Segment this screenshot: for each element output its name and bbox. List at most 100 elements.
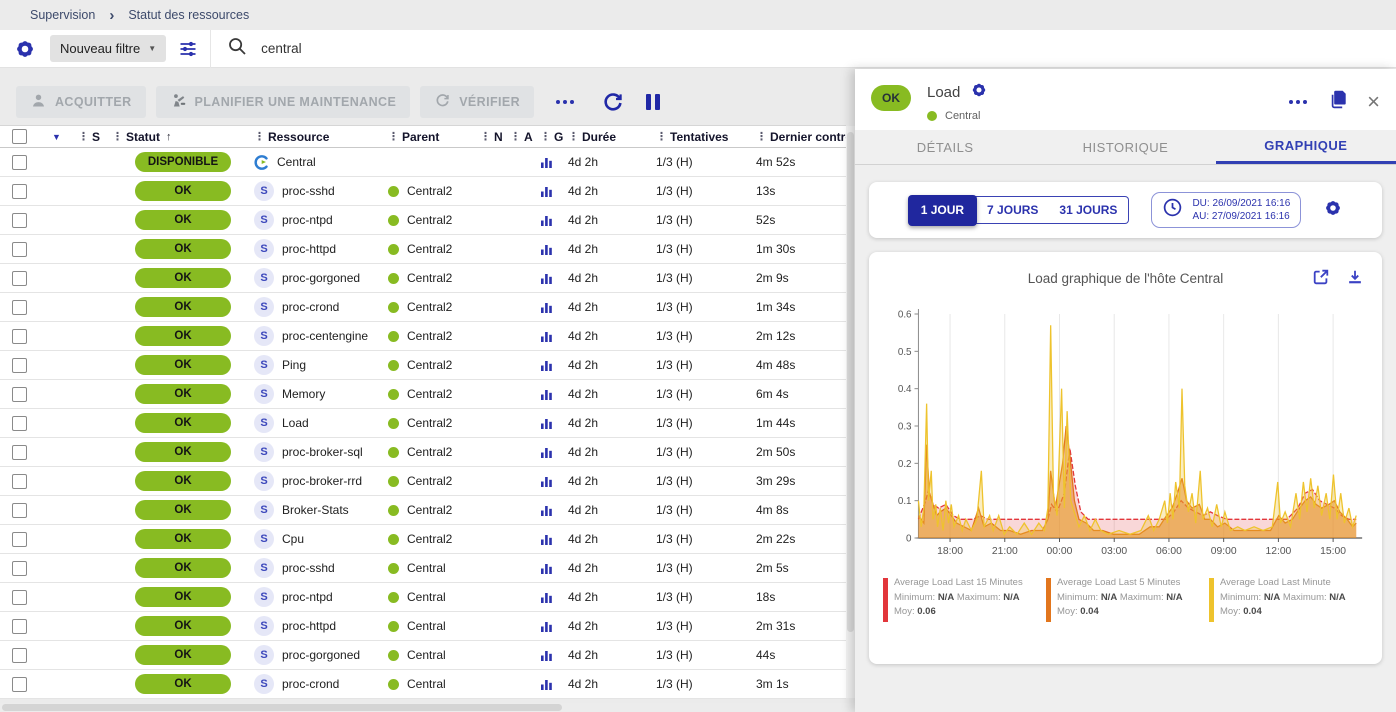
column-header-status[interactable]: ⋮Statut↑ [112, 130, 172, 144]
row-checkbox[interactable] [12, 184, 27, 199]
graph-mini-icon[interactable] [540, 156, 568, 169]
table-row[interactable]: OK Sproc-httpd Central2 4d 2h 1/3 (H) 1m… [0, 235, 846, 264]
row-checkbox[interactable] [12, 416, 27, 431]
table-row[interactable]: OK Sproc-centengine Central2 4d 2h 1/3 (… [0, 322, 846, 351]
legend-item[interactable]: Average Load Last 5 Minutes Minimum: N/A… [1046, 576, 1209, 622]
graph-mini-icon[interactable] [540, 185, 568, 198]
table-row[interactable]: OK Sproc-crond Central2 4d 2h 1/3 (H) 1m… [0, 293, 846, 322]
table-row[interactable]: OK Sproc-broker-rrd Central2 4d 2h 1/3 (… [0, 467, 846, 496]
table-row[interactable]: OK Sproc-ntpd Central2 4d 2h 1/3 (H) 52s [0, 206, 846, 235]
column-header-parent[interactable]: ⋮Parent [388, 130, 480, 144]
row-checkbox[interactable] [12, 590, 27, 605]
table-row[interactable]: OK Sproc-sshd Central 4d 2h 1/3 (H) 2m 5… [0, 554, 846, 583]
table-row[interactable]: OK Sproc-sshd Central2 4d 2h 1/3 (H) 13s [0, 177, 846, 206]
select-all-checkbox[interactable] [12, 129, 27, 144]
table-row[interactable]: OK SMemory Central2 4d 2h 1/3 (H) 6m 4s [0, 380, 846, 409]
row-checkbox[interactable] [12, 387, 27, 402]
row-checkbox[interactable] [12, 242, 27, 257]
row-checkbox[interactable] [12, 532, 27, 547]
time-button-31-jours[interactable]: 31 JOURS [1048, 196, 1129, 224]
tab-graphique[interactable]: GRAPHIQUE [1216, 130, 1396, 164]
table-row[interactable]: OK SCpu Central2 4d 2h 1/3 (H) 2m 22s [0, 525, 846, 554]
planifier-maintenance-button[interactable]: PLANIFIER UNE MAINTENANCE [156, 86, 411, 118]
scrollbar-thumb[interactable] [847, 132, 854, 632]
row-checkbox[interactable] [12, 619, 27, 634]
table-row[interactable]: OK Sproc-gorgoned Central 4d 2h 1/3 (H) … [0, 641, 846, 670]
column-header-n[interactable]: ⋮N [480, 130, 510, 144]
tab-historique[interactable]: HISTORIQUE [1035, 130, 1215, 164]
open-in-new-icon[interactable] [1312, 268, 1330, 286]
filter-settings-gear-icon[interactable] [14, 38, 36, 60]
resource-settings-gear-icon[interactable] [970, 81, 988, 104]
row-checkbox[interactable] [12, 445, 27, 460]
column-header-resource[interactable]: ⋮Ressource [254, 130, 388, 144]
legend-item[interactable]: Average Load Last Minute Minimum: N/A Ma… [1209, 576, 1372, 622]
graph-mini-icon[interactable] [540, 243, 568, 256]
filter-select[interactable]: Nouveau filtre ▼ [50, 35, 166, 62]
row-checkbox[interactable] [12, 271, 27, 286]
breadcrumb-item-statut[interactable]: Statut des ressources [128, 8, 249, 22]
load-chart[interactable]: 00.10.20.30.40.50.618:0021:0000:0003:000… [879, 300, 1372, 568]
graph-mini-icon[interactable] [540, 504, 568, 517]
row-checkbox[interactable] [12, 329, 27, 344]
tune-filter-icon[interactable] [178, 39, 198, 59]
graph-mini-icon[interactable] [540, 214, 568, 227]
table-row[interactable]: DISPONIBLE Central 4d 2h 1/3 (H) 4m 52s [0, 148, 846, 177]
table-row[interactable]: OK Sproc-httpd Central 4d 2h 1/3 (H) 2m … [0, 612, 846, 641]
table-row[interactable]: OK Sproc-ntpd Central 4d 2h 1/3 (H) 18s [0, 583, 846, 612]
row-checkbox[interactable] [12, 213, 27, 228]
graph-mini-icon[interactable] [540, 475, 568, 488]
pause-icon[interactable] [646, 94, 660, 110]
graph-mini-icon[interactable] [540, 359, 568, 372]
graph-mini-icon[interactable] [540, 678, 568, 691]
row-checkbox[interactable] [12, 300, 27, 315]
graph-mini-icon[interactable] [540, 533, 568, 546]
search-input[interactable] [261, 41, 661, 56]
verifier-button[interactable]: VÉRIFIER [420, 86, 534, 118]
table-row[interactable]: OK SBroker-Stats Central2 4d 2h 1/3 (H) … [0, 496, 846, 525]
table-row[interactable]: OK SLoad Central2 4d 2h 1/3 (H) 1m 44s [0, 409, 846, 438]
column-header-a[interactable]: ⋮A [510, 130, 540, 144]
horizontal-scrollbar[interactable] [0, 703, 855, 712]
acquitter-button[interactable]: ACQUITTER [16, 86, 146, 118]
download-icon[interactable] [1346, 268, 1364, 286]
column-header-severity[interactable]: ⋮S [78, 130, 112, 144]
graph-mini-icon[interactable] [540, 388, 568, 401]
row-checkbox[interactable] [12, 358, 27, 373]
graph-mini-icon[interactable] [540, 649, 568, 662]
graph-mini-icon[interactable] [540, 330, 568, 343]
select-menu-caret-icon[interactable]: ▼ [52, 132, 61, 142]
time-button-7-jours[interactable]: 7 JOURS [975, 196, 1050, 224]
legend-item[interactable]: Average Load Last 15 Minutes Minimum: N/… [883, 576, 1046, 622]
date-range-picker[interactable]: DU: 26/09/2021 16:16 AU: 27/09/2021 16:1… [1151, 192, 1301, 228]
graph-mini-icon[interactable] [540, 446, 568, 459]
row-checkbox[interactable] [12, 648, 27, 663]
graph-mini-icon[interactable] [540, 417, 568, 430]
row-checkbox[interactable] [12, 677, 27, 692]
row-checkbox[interactable] [12, 503, 27, 518]
table-row[interactable]: OK Sproc-gorgoned Central2 4d 2h 1/3 (H)… [0, 264, 846, 293]
graph-mini-icon[interactable] [540, 301, 568, 314]
row-checkbox[interactable] [12, 155, 27, 170]
scrollbar-thumb[interactable] [2, 704, 562, 711]
column-header-duration[interactable]: ⋮Durée [568, 130, 656, 144]
graph-mini-icon[interactable] [540, 620, 568, 633]
graph-mini-icon[interactable] [540, 272, 568, 285]
close-icon[interactable]: × [1367, 93, 1380, 111]
more-actions-icon[interactable] [552, 96, 578, 108]
time-button-1-jour[interactable]: 1 JOUR [908, 195, 977, 226]
row-checkbox[interactable] [12, 561, 27, 576]
graph-mini-icon[interactable] [540, 562, 568, 575]
table-row[interactable]: OK SPing Central2 4d 2h 1/3 (H) 4m 48s [0, 351, 846, 380]
refresh-icon[interactable] [602, 91, 624, 113]
panel-more-icon[interactable] [1285, 96, 1311, 108]
graph-mini-icon[interactable] [540, 591, 568, 604]
panel-parent[interactable]: Central [945, 110, 980, 122]
vertical-scrollbar[interactable] [846, 126, 855, 698]
table-row[interactable]: OK Sproc-broker-sql Central2 4d 2h 1/3 (… [0, 438, 846, 467]
tab-details[interactable]: DÉTAILS [855, 130, 1035, 164]
breadcrumb-item-supervision[interactable]: Supervision [30, 8, 95, 22]
table-row[interactable]: OK Sproc-crond Central 4d 2h 1/3 (H) 3m … [0, 670, 846, 699]
graph-settings-gear-icon[interactable] [1323, 198, 1343, 223]
column-header-tries[interactable]: ⋮Tentatives [656, 130, 756, 144]
